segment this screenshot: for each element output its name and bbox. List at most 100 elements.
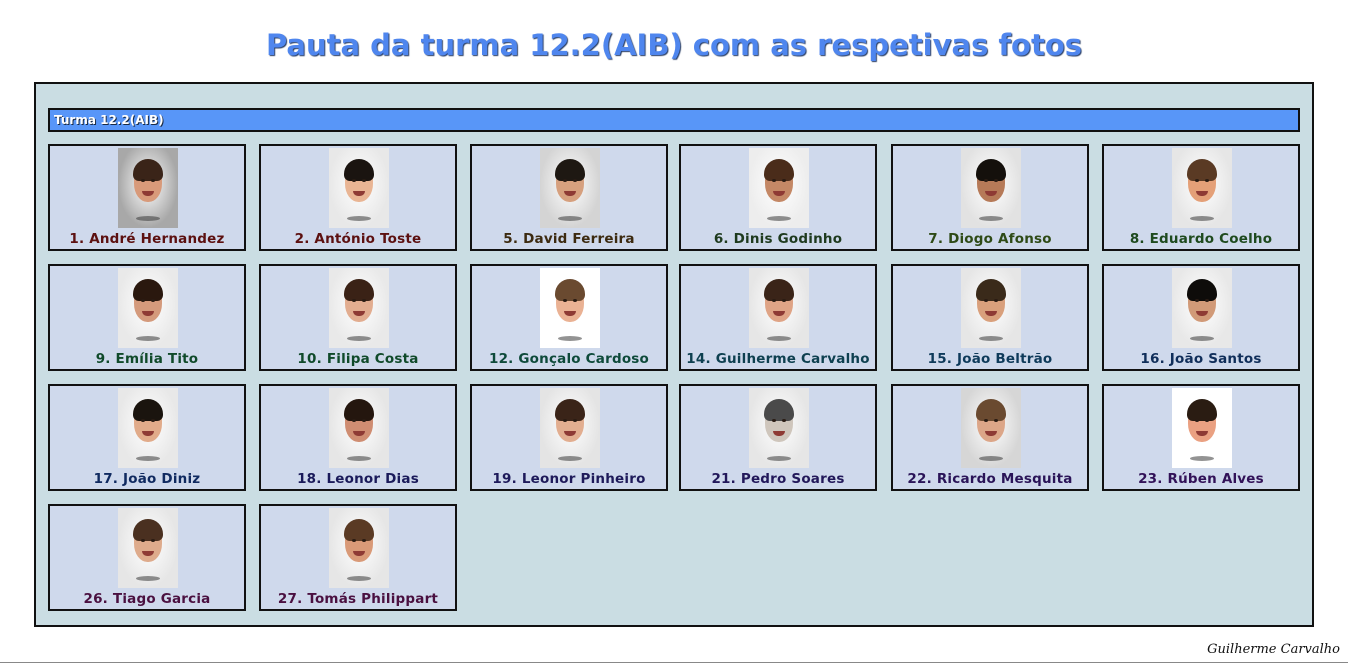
photo-hair (344, 399, 374, 421)
student-name: 19. Leonor Pinheiro (492, 471, 646, 487)
photo-eye (151, 419, 155, 422)
photo-hair (555, 399, 585, 421)
student-card[interactable]: 19. Leonor Pinheiro (470, 384, 668, 491)
photo-eye (984, 299, 988, 302)
student-card[interactable]: 6. Dinis Godinho (679, 144, 877, 251)
student-photo[interactable] (749, 388, 809, 468)
photo-hair (976, 279, 1006, 301)
student-card[interactable]: 15. João Beltrão (891, 264, 1089, 371)
student-name: 16. João Santos (1140, 351, 1262, 367)
photo-shadow (767, 456, 791, 461)
student-card[interactable]: 10. Filipa Costa (259, 264, 457, 371)
student-name: 21. Pedro Soares (711, 471, 845, 487)
student-name: 10. Filipa Costa (297, 351, 419, 367)
photo-eye (362, 419, 366, 422)
student-name: 18. Leonor Dias (297, 471, 419, 487)
student-photo[interactable] (329, 268, 389, 348)
photo-eye (772, 419, 776, 422)
photo-eye (984, 179, 988, 182)
student-card[interactable]: 14. Guilherme Carvalho (679, 264, 877, 371)
photo-eye (994, 419, 998, 422)
student-name: 14. Guilherme Carvalho (686, 351, 870, 367)
photo-eye (573, 299, 577, 302)
student-photo[interactable] (329, 388, 389, 468)
photo-eye (141, 539, 145, 542)
photo-eye (141, 179, 145, 182)
student-card[interactable]: 7. Diogo Afonso (891, 144, 1089, 251)
photo-hair (344, 519, 374, 541)
photo-hair (133, 279, 163, 301)
photo-hair (555, 279, 585, 301)
student-name: 1. André Hernandez (69, 231, 225, 247)
student-card[interactable]: 17. João Diniz (48, 384, 246, 491)
photo-eye (1195, 179, 1199, 182)
photo-eye (782, 419, 786, 422)
student-card[interactable]: 1. André Hernandez (48, 144, 246, 251)
photo-shadow (558, 336, 582, 341)
student-photo[interactable] (329, 508, 389, 588)
student-card[interactable]: 18. Leonor Dias (259, 384, 457, 491)
photo-eye (772, 299, 776, 302)
student-name: 2. António Toste (294, 231, 422, 247)
student-photo[interactable] (961, 388, 1021, 468)
student-card[interactable]: 22. Ricardo Mesquita (891, 384, 1089, 491)
student-card[interactable]: 5. David Ferreira (470, 144, 668, 251)
student-card[interactable]: 12. Gonçalo Cardoso (470, 264, 668, 371)
student-photo[interactable] (1172, 388, 1232, 468)
photo-shadow (767, 336, 791, 341)
student-name: 27. Tomás Philippart (277, 591, 439, 607)
student-photo[interactable] (749, 148, 809, 228)
student-photo[interactable] (1172, 148, 1232, 228)
photo-eye (352, 299, 356, 302)
photo-hair (344, 279, 374, 301)
student-card[interactable]: 26. Tiago Garcia (48, 504, 246, 611)
photo-hair (133, 159, 163, 181)
photo-eye (352, 539, 356, 542)
photo-hair (1187, 159, 1217, 181)
student-photo[interactable] (749, 268, 809, 348)
photo-hair (555, 159, 585, 181)
photo-eye (984, 419, 988, 422)
student-card[interactable]: 8. Eduardo Coelho (1102, 144, 1300, 251)
photo-shadow (1190, 456, 1214, 461)
student-card[interactable]: 27. Tomás Philippart (259, 504, 457, 611)
photo-eye (563, 299, 567, 302)
student-photo[interactable] (961, 148, 1021, 228)
photo-shadow (979, 456, 1003, 461)
student-photo[interactable] (1172, 268, 1232, 348)
photo-shadow (347, 576, 371, 581)
photo-eye (352, 179, 356, 182)
student-name: 6. Dinis Godinho (713, 231, 843, 247)
student-photo[interactable] (329, 148, 389, 228)
photo-shadow (136, 216, 160, 221)
photo-eye (1195, 299, 1199, 302)
photo-hair (133, 519, 163, 541)
student-photo[interactable] (118, 388, 178, 468)
student-photo[interactable] (118, 268, 178, 348)
student-name: 23. Rúben Alves (1138, 471, 1264, 487)
photo-shadow (347, 336, 371, 341)
photo-shadow (136, 576, 160, 581)
photo-eye (362, 539, 366, 542)
student-photo[interactable] (118, 148, 178, 228)
student-photo[interactable] (540, 388, 600, 468)
student-card[interactable]: 23. Rúben Alves (1102, 384, 1300, 491)
student-photo[interactable] (961, 268, 1021, 348)
photo-shadow (558, 216, 582, 221)
student-name: 9. Emília Tito (95, 351, 199, 367)
student-card[interactable]: 9. Emília Tito (48, 264, 246, 371)
student-card[interactable]: 16. João Santos (1102, 264, 1300, 371)
photo-shadow (347, 456, 371, 461)
student-name: 5. David Ferreira (503, 231, 635, 247)
student-photo[interactable] (540, 148, 600, 228)
photo-shadow (979, 216, 1003, 221)
student-card[interactable]: 2. António Toste (259, 144, 457, 251)
student-photo[interactable] (118, 508, 178, 588)
student-photo[interactable] (540, 268, 600, 348)
photo-hair (344, 159, 374, 181)
photo-eye (563, 419, 567, 422)
student-name: 8. Eduardo Coelho (1129, 231, 1273, 247)
photo-shadow (1190, 216, 1214, 221)
student-card[interactable]: 21. Pedro Soares (679, 384, 877, 491)
author-signature: Guilherme Carvalho (1207, 642, 1340, 657)
